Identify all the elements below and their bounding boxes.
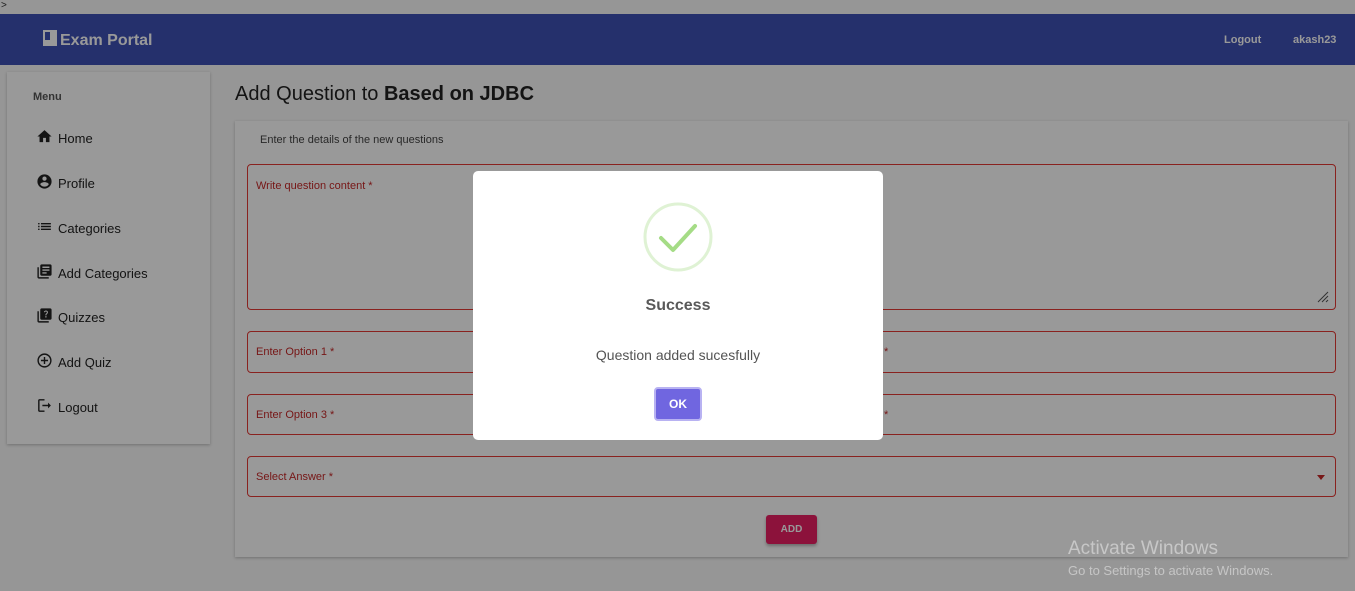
windows-activation-watermark: Activate Windows Go to Settings to activ…	[1068, 538, 1273, 578]
success-dialog: Success Question added sucesfully OK	[473, 171, 883, 440]
dialog-message: Question added sucesfully	[595, 347, 761, 363]
success-check-icon	[643, 202, 713, 272]
dialog-title: Success	[645, 297, 711, 314]
watermark-subtitle: Go to Settings to activate Windows.	[1068, 563, 1274, 578]
watermark-title: Activate Windows	[1068, 538, 1218, 559]
ok-button[interactable]: OK	[654, 387, 702, 421]
